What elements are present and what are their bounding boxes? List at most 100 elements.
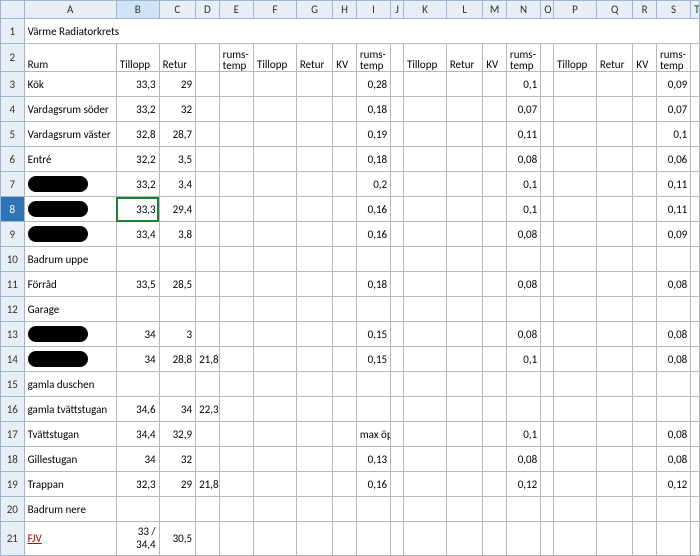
cell[interactable]: 0,1 — [506, 197, 540, 222]
cell[interactable] — [356, 297, 390, 322]
cell[interactable] — [483, 372, 507, 397]
cell[interactable] — [483, 497, 507, 522]
cell[interactable] — [391, 97, 404, 122]
cell[interactable]: gamla tvättstugan — [24, 397, 116, 422]
cell[interactable] — [253, 522, 296, 556]
cell[interactable] — [333, 447, 357, 472]
row-header-4[interactable]: 4 — [1, 97, 25, 122]
cell[interactable] — [391, 44, 404, 72]
cell[interactable] — [116, 372, 159, 397]
cell[interactable]: Entré — [24, 147, 116, 172]
cell[interactable] — [691, 322, 700, 347]
cell[interactable]: 0,15 — [356, 322, 390, 347]
cell[interactable] — [554, 272, 597, 297]
cell[interactable] — [24, 197, 116, 222]
cell[interactable] — [656, 397, 690, 422]
cell[interactable] — [596, 472, 632, 497]
cell[interactable] — [333, 397, 357, 422]
cell[interactable] — [196, 447, 220, 472]
cell[interactable] — [483, 422, 507, 447]
cell[interactable] — [296, 522, 332, 556]
cell[interactable] — [253, 472, 296, 497]
cell[interactable] — [296, 197, 332, 222]
cell[interactable]: 0,12 — [506, 472, 540, 497]
cell[interactable]: 0,06 — [656, 147, 690, 172]
cell[interactable] — [596, 522, 632, 556]
cell[interactable]: 0,08 — [656, 272, 690, 297]
cell[interactable] — [333, 297, 357, 322]
row-header-10[interactable]: 10 — [1, 247, 25, 272]
cell[interactable] — [541, 147, 554, 172]
cell[interactable] — [333, 122, 357, 147]
cell[interactable] — [333, 97, 357, 122]
cell[interactable] — [404, 497, 447, 522]
cell[interactable]: Kök — [24, 72, 116, 97]
cell[interactable] — [196, 122, 220, 147]
cell[interactable] — [596, 322, 632, 347]
cell[interactable] — [633, 297, 657, 322]
row-header-15[interactable]: 15 — [1, 372, 25, 397]
cell[interactable] — [219, 397, 253, 422]
cell[interactable] — [253, 322, 296, 347]
cell[interactable] — [253, 72, 296, 97]
cell[interactable]: 30,5 — [159, 522, 195, 556]
cell[interactable] — [483, 397, 507, 422]
cell[interactable] — [656, 522, 690, 556]
cell[interactable]: Tvättstugan — [24, 422, 116, 447]
cell[interactable] — [633, 172, 657, 197]
cell[interactable] — [541, 197, 554, 222]
cell[interactable]: 32 — [159, 447, 195, 472]
cell[interactable] — [196, 147, 220, 172]
col-header-H[interactable]: H — [333, 1, 357, 19]
row-header-14[interactable]: 14 — [1, 347, 25, 372]
col-header-T[interactable]: T — [691, 1, 700, 19]
cell[interactable] — [404, 72, 447, 97]
cell[interactable] — [404, 197, 447, 222]
cell[interactable] — [633, 347, 657, 372]
cell[interactable] — [596, 372, 632, 397]
cell[interactable] — [541, 397, 554, 422]
cell[interactable] — [506, 397, 540, 422]
cell[interactable]: 34,6 — [116, 397, 159, 422]
cell[interactable]: Rum — [24, 44, 116, 72]
cell[interactable]: 0,07 — [656, 97, 690, 122]
cell[interactable] — [483, 72, 507, 97]
cell[interactable] — [633, 72, 657, 97]
cell[interactable] — [391, 147, 404, 172]
cell[interactable]: 0,15 — [356, 347, 390, 372]
cell[interactable] — [219, 197, 253, 222]
cell[interactable] — [296, 272, 332, 297]
cell[interactable] — [404, 147, 447, 172]
cell[interactable] — [404, 172, 447, 197]
cell[interactable] — [253, 97, 296, 122]
cell[interactable] — [541, 347, 554, 372]
cell[interactable] — [296, 297, 332, 322]
cell[interactable]: 32,3 — [116, 472, 159, 497]
cell[interactable] — [691, 472, 700, 497]
cell[interactable]: 0,08 — [506, 222, 540, 247]
cell[interactable] — [404, 372, 447, 397]
cell[interactable]: KV — [483, 44, 507, 72]
cell[interactable] — [196, 172, 220, 197]
cell[interactable]: 33,4 — [116, 222, 159, 247]
cell[interactable]: Badrum nere — [24, 497, 116, 522]
cell[interactable] — [196, 72, 220, 97]
cell[interactable]: FJV — [24, 522, 116, 556]
cell[interactable]: 21,8 — [196, 472, 220, 497]
cell[interactable] — [506, 522, 540, 556]
cell[interactable]: Retur — [446, 44, 482, 72]
cell[interactable] — [296, 122, 332, 147]
cell[interactable] — [596, 297, 632, 322]
cell[interactable] — [554, 172, 597, 197]
cell[interactable]: 0,1 — [506, 72, 540, 97]
cell[interactable] — [296, 147, 332, 172]
cell[interactable]: 34 — [116, 447, 159, 472]
cell[interactable]: Vardagsrum söder — [24, 97, 116, 122]
cell[interactable] — [483, 297, 507, 322]
spreadsheet-grid[interactable]: ABCDEFGHIJKLMNOPQRST 1Värme Radiatorkret… — [0, 0, 700, 556]
cell[interactable]: Retur — [159, 44, 195, 72]
cell[interactable]: 3,8 — [159, 222, 195, 247]
cell[interactable]: Gillestugan — [24, 447, 116, 472]
cell[interactable] — [356, 247, 390, 272]
cell[interactable] — [296, 472, 332, 497]
